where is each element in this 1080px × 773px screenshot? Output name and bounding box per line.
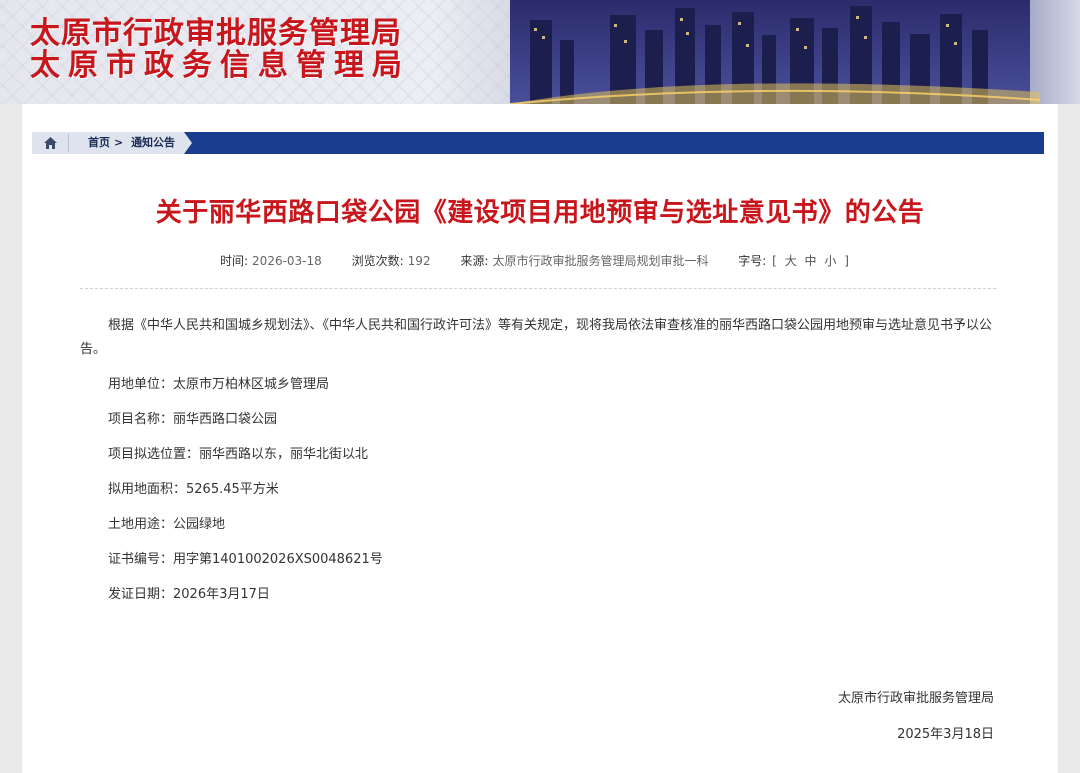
breadcrumb-separator: > — [114, 136, 124, 149]
breadcrumb-links: 首页 > 通知公告 — [88, 132, 179, 154]
site-header: 太原市行政审批服务管理局 太原市政务信息管理局 — [0, 0, 1080, 104]
intro-paragraph: 根据《中华人民共和国城乡规划法》、《中华人民共和国行政许可法》等有关规定，现将我… — [80, 318, 993, 357]
content-panel: 首页 > 通知公告 关于丽华西路口袋公园《建设项目用地预审与选址意见书》的公告 时… — [22, 104, 1058, 773]
views-value: 192 — [407, 254, 431, 268]
font-size-bracket-open: [ — [772, 254, 777, 268]
font-size-medium-button[interactable]: 中 — [805, 254, 817, 268]
signature-date: 2025年3月18日 — [897, 727, 994, 742]
font-size-small-button[interactable]: 小 — [824, 254, 836, 268]
project-location-line: 项目拟选位置：丽华西路以东，丽华北街以北 — [108, 447, 369, 462]
breadcrumb-notices-link[interactable]: 通知公告 — [131, 136, 175, 149]
time-value: 2026-03-18 — [252, 254, 322, 268]
font-size-label: 字号: — [738, 254, 767, 268]
article-body: 根据《中华人民共和国城乡规划法》、《中华人民共和国行政许可法》等有关规定，现将我… — [80, 314, 996, 618]
source-value: 太原市行政审批服务管理局规划审批一科 — [492, 254, 709, 268]
meta-divider — [80, 288, 996, 289]
font-size-control: [ 大 中 小 ] — [770, 254, 851, 268]
home-icon — [43, 134, 57, 153]
signature-org: 太原市行政审批服务管理局 — [837, 691, 994, 706]
breadcrumb-home-link[interactable]: 首页 — [88, 136, 110, 149]
home-button[interactable] — [32, 132, 68, 154]
time-label: 时间: — [220, 254, 249, 268]
certificate-number-line: 证书编号：用字第1401002026XS0048621号 — [108, 552, 383, 567]
signature-block: 太原市行政审批服务管理局 2025年3月18日 — [838, 690, 994, 744]
project-name-line: 项目名称：丽华西路口袋公园 — [108, 412, 278, 427]
land-area-line: 拟用地面积：5265.45平方米 — [108, 482, 279, 497]
views-label: 浏览次数: — [351, 254, 404, 268]
breadcrumb-divider — [68, 134, 69, 152]
city-skyline-image — [500, 0, 1040, 104]
issue-date-line: 发证日期：2026年3月17日 — [108, 587, 270, 602]
font-size-large-button[interactable]: 大 — [785, 254, 797, 268]
source-label: 来源: — [460, 254, 489, 268]
breadcrumb: 首页 > 通知公告 — [32, 132, 1044, 154]
site-title-line2: 太原市政务信息管理局 — [30, 48, 410, 83]
land-use-line: 土地用途：公园绿地 — [108, 517, 226, 532]
article-meta: 时间: 2026-03-18 浏览次数: 192 来源: 太原市行政审批服务管理局规划… — [220, 252, 851, 268]
land-unit-line: 用地单位：太原市万柏林区城乡管理局 — [108, 377, 330, 392]
font-size-bracket-close: ] — [844, 254, 849, 268]
article-title: 关于丽华西路口袋公园《建设项目用地预审与选址意见书》的公告 — [155, 198, 925, 228]
